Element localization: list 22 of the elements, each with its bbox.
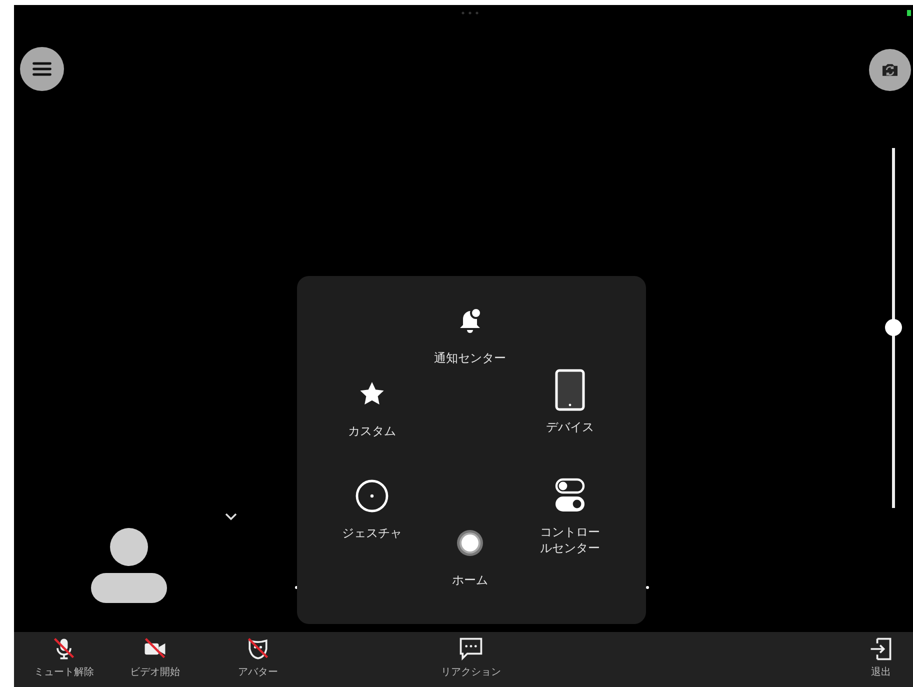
menu-label[interactable]: ジェスチャ [342, 525, 402, 542]
circle-dot-icon[interactable] [355, 479, 389, 513]
dot-icon [646, 586, 649, 589]
toggles-icon[interactable] [555, 478, 585, 512]
menu-label[interactable]: デバイス [546, 419, 594, 436]
chevron-icon[interactable] [225, 513, 237, 521]
switch-camera-button[interactable] [869, 49, 911, 91]
menu-label[interactable]: 通知センター [434, 350, 506, 367]
menu-label[interactable]: コントロールセンター [540, 524, 600, 556]
tablet-icon[interactable] [555, 369, 585, 411]
person-icon [91, 527, 167, 603]
battery-icon [907, 10, 911, 16]
toolbar-button[interactable]: ミュート解除 [34, 636, 94, 679]
menu-button[interactable] [20, 47, 64, 91]
toolbar-button[interactable]: アバター [238, 636, 278, 679]
toolbar-button[interactable]: ビデオ開始 [130, 636, 180, 679]
handle-icon [460, 11, 480, 15]
menu-label[interactable]: ホーム [452, 572, 488, 589]
leave-button[interactable]: 退出 [868, 636, 894, 679]
toolbar-button[interactable]: リアクション [441, 636, 501, 679]
home-button-icon[interactable] [456, 529, 484, 557]
menu-label[interactable]: カスタム [348, 423, 396, 440]
